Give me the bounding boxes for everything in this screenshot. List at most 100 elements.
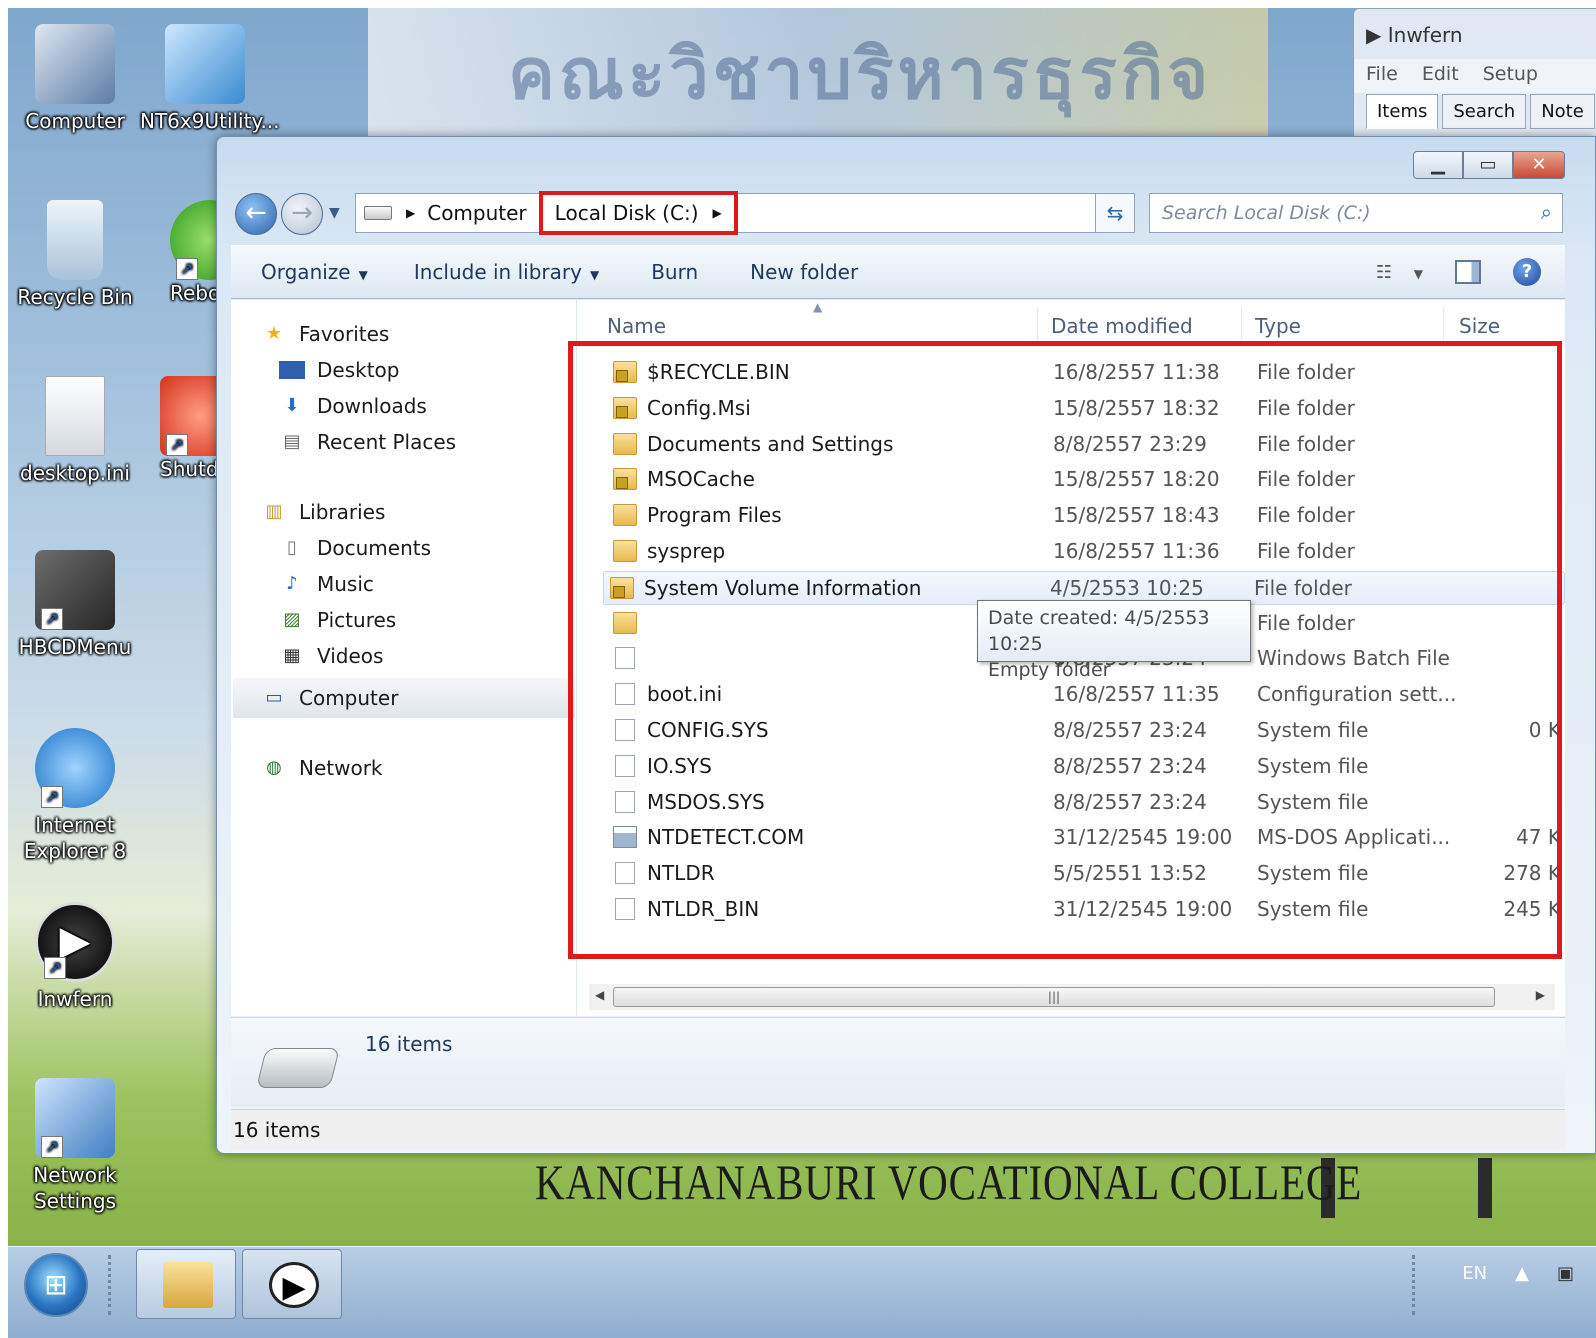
preview-pane-icon[interactable] bbox=[1455, 260, 1481, 284]
file-row[interactable]: Config.Msi 15/8/2557 18:32 File folder bbox=[607, 392, 1565, 426]
banner-thai-text: คณะวิชาบริหารธุรกิจ bbox=[508, 32, 1213, 115]
taskbar-explorer-button[interactable] bbox=[136, 1249, 236, 1319]
help-icon[interactable]: ? bbox=[1513, 258, 1541, 286]
file-row[interactable]: IO.SYS 8/8/2557 23:24 System file bbox=[607, 750, 1565, 784]
file-row[interactable]: MSOCache 15/8/2557 18:20 File folder bbox=[607, 463, 1565, 497]
file-row[interactable]: NTLDR_BIN 31/12/2545 19:00 System file 245 … bbox=[607, 893, 1565, 927]
taskbar-grip[interactable] bbox=[1412, 1255, 1422, 1315]
file-row[interactable]: Program Files 15/8/2557 18:43 File folder bbox=[607, 499, 1565, 533]
column-separator[interactable] bbox=[1037, 308, 1038, 344]
include-in-library-button[interactable]: Include in library ▼ bbox=[414, 260, 599, 284]
nav-documents-label: Documents bbox=[317, 536, 432, 560]
tools-icon: ↗ bbox=[35, 550, 115, 630]
refresh-button[interactable]: ⇆ bbox=[1095, 193, 1135, 233]
start-button[interactable]: ⊞ bbox=[24, 1253, 88, 1317]
column-type[interactable]: Type bbox=[1255, 314, 1301, 338]
file-date-modified: 15/8/2557 18:20 bbox=[1053, 467, 1220, 491]
minimize-icon: ▁ bbox=[1431, 154, 1445, 175]
locked-folder-icon bbox=[610, 577, 634, 599]
taskbar-grip[interactable] bbox=[108, 1255, 118, 1315]
desktop-icon-nt6x9utility[interactable]: NT6x9Utility... bbox=[140, 24, 280, 134]
chevron-right-icon[interactable]: ▶ bbox=[406, 206, 415, 220]
desktop-icon-inwfern[interactable]: ▶ ↗ Inwfern bbox=[10, 902, 140, 1012]
file-row[interactable]: Documents and Settings 8/8/2557 23:29 File… bbox=[607, 428, 1565, 462]
nav-network[interactable]: ◍ Network bbox=[261, 756, 382, 780]
desktop-icon-desktop-ini[interactable]: desktop.ini bbox=[10, 376, 140, 486]
desktop-icon-recycle-bin[interactable]: Recycle Bin bbox=[10, 200, 140, 310]
play-icon: ▶ bbox=[269, 1262, 319, 1308]
file-row[interactable]: MSDOS.SYS 8/8/2557 23:24 System file bbox=[607, 786, 1565, 820]
chevron-up-icon[interactable]: ▲ bbox=[1515, 1263, 1529, 1284]
horizontal-scrollbar[interactable]: ◀ ||| ▶ bbox=[589, 984, 1555, 1010]
desktop-icon-reboot[interactable]: ↗ Rebo bbox=[140, 200, 216, 306]
column-size[interactable]: Size bbox=[1459, 314, 1500, 338]
file-row[interactable]: sysprep 16/8/2557 11:36 File folder bbox=[607, 535, 1565, 569]
nav-libraries[interactable]: ▥ Libraries bbox=[261, 500, 385, 524]
shutdown-icon: ↗ bbox=[160, 376, 216, 456]
toolbar-right: ☷ ▼ ? bbox=[1376, 258, 1541, 286]
command-toolbar: Organize ▼ Include in library ▼ Burn New f… bbox=[231, 245, 1565, 299]
organize-button[interactable]: Organize ▼ bbox=[261, 260, 368, 284]
file-row[interactable]: NTDETECT.COM 31/12/2545 19:00 MS-DOS Appli… bbox=[607, 821, 1565, 855]
desktop-icon-hbcdmenu[interactable]: ↗ HBCDMenu bbox=[10, 550, 140, 660]
file-size: 47 K bbox=[1516, 825, 1561, 849]
burn-button[interactable]: Burn bbox=[651, 260, 698, 284]
nav-favorites[interactable]: ★ Favorites bbox=[261, 322, 389, 346]
tab-items[interactable]: Items bbox=[1366, 94, 1439, 129]
column-date-modified[interactable]: Date modified bbox=[1051, 314, 1193, 338]
breadcrumb-computer[interactable]: Computer bbox=[427, 201, 526, 225]
tab-search[interactable]: Search bbox=[1442, 94, 1527, 129]
menu-setup[interactable]: Setup bbox=[1483, 63, 1538, 85]
scrollbar-thumb[interactable]: ||| bbox=[613, 987, 1495, 1007]
windows-logo-icon: ⊞ bbox=[44, 1268, 68, 1301]
column-name[interactable]: Name bbox=[607, 314, 666, 338]
forward-button[interactable]: → bbox=[281, 193, 323, 235]
desktop-icon-network-settings[interactable]: ↗ Network Settings bbox=[10, 1078, 140, 1214]
nav-pictures[interactable]: ▨ Pictures bbox=[279, 608, 396, 632]
taskbar-inwfern-button[interactable]: ▶ bbox=[242, 1249, 342, 1319]
inwfern-window[interactable]: ▶ Inwfern File Edit Setup Items Search N… bbox=[1353, 8, 1596, 138]
change-view-button[interactable]: ☷ ▼ bbox=[1376, 262, 1423, 283]
column-separator[interactable] bbox=[1443, 308, 1444, 344]
chevron-right-icon[interactable]: ▶ bbox=[713, 206, 722, 220]
breadcrumb-local-disk[interactable]: Local Disk (C:) ▶ bbox=[538, 191, 738, 235]
nav-music[interactable]: ♪ Music bbox=[279, 572, 374, 596]
language-indicator[interactable]: EN bbox=[1462, 1263, 1487, 1284]
desktop-icon-internet-explorer[interactable]: ↗ Internet Explorer 8 bbox=[10, 728, 140, 864]
file-type: File folder bbox=[1257, 467, 1355, 491]
explorer-window[interactable]: ▁ ▭ ✕ ← → ▼ ▶ Computer Local Disk (C:) ▶… bbox=[216, 136, 1596, 1154]
menu-file[interactable]: File bbox=[1366, 63, 1398, 85]
tree-decoration bbox=[1478, 1158, 1492, 1218]
recent-pages-dropdown[interactable]: ▼ bbox=[329, 205, 340, 221]
inwfern-title-bar[interactable]: ▶ Inwfern bbox=[1354, 9, 1596, 59]
minimize-button[interactable]: ▁ bbox=[1413, 151, 1463, 179]
nav-recent-places[interactable]: ▤ Recent Places bbox=[279, 430, 456, 454]
menu-edit[interactable]: Edit bbox=[1422, 63, 1459, 85]
nav-documents[interactable]: ▯ Documents bbox=[279, 536, 431, 560]
address-bar[interactable]: ▶ Computer Local Disk (C:) ▶ ▼ bbox=[355, 191, 1129, 235]
file-name: NTLDR_BIN bbox=[647, 897, 760, 921]
search-icon[interactable]: ⌕ bbox=[1541, 200, 1552, 224]
file-date-modified: 16/8/2557 11:38 bbox=[1053, 360, 1220, 384]
back-button[interactable]: ← bbox=[235, 193, 277, 235]
file-icon bbox=[615, 791, 635, 813]
nav-downloads[interactable]: ⬇ Downloads bbox=[279, 394, 426, 418]
file-row[interactable]: boot.ini 16/8/2557 11:35 Configuration set… bbox=[607, 678, 1565, 712]
column-separator[interactable] bbox=[1241, 308, 1242, 344]
file-row[interactable]: CONFIG.SYS 8/8/2557 23:24 System file 0 K bbox=[607, 714, 1565, 748]
desktop-icon-shutdown[interactable]: ↗ Shutd bbox=[140, 376, 216, 482]
new-folder-button[interactable]: New folder bbox=[750, 260, 858, 284]
file-row[interactable]: NTLDR 5/5/2551 13:52 System file 278 K bbox=[607, 857, 1565, 891]
nav-desktop[interactable]: Desktop bbox=[279, 358, 399, 382]
nav-videos[interactable]: ▦ Videos bbox=[279, 644, 383, 668]
network-tray-icon[interactable]: ▣ bbox=[1557, 1263, 1574, 1284]
nav-computer[interactable]: ▭ Computer bbox=[261, 686, 398, 710]
close-button[interactable]: ✕ bbox=[1513, 151, 1565, 179]
desktop-icon-computer[interactable]: Computer bbox=[10, 24, 140, 134]
search-input[interactable]: Search Local Disk (C:) ⌕ bbox=[1149, 193, 1563, 233]
file-row[interactable]: $RECYCLE.BIN 16/8/2557 11:38 File folder bbox=[607, 356, 1565, 390]
maximize-button[interactable]: ▭ bbox=[1463, 151, 1513, 179]
scroll-right-icon[interactable]: ▶ bbox=[1536, 988, 1545, 1002]
tab-note[interactable]: Note bbox=[1530, 94, 1595, 129]
scroll-left-icon[interactable]: ◀ bbox=[595, 988, 604, 1002]
